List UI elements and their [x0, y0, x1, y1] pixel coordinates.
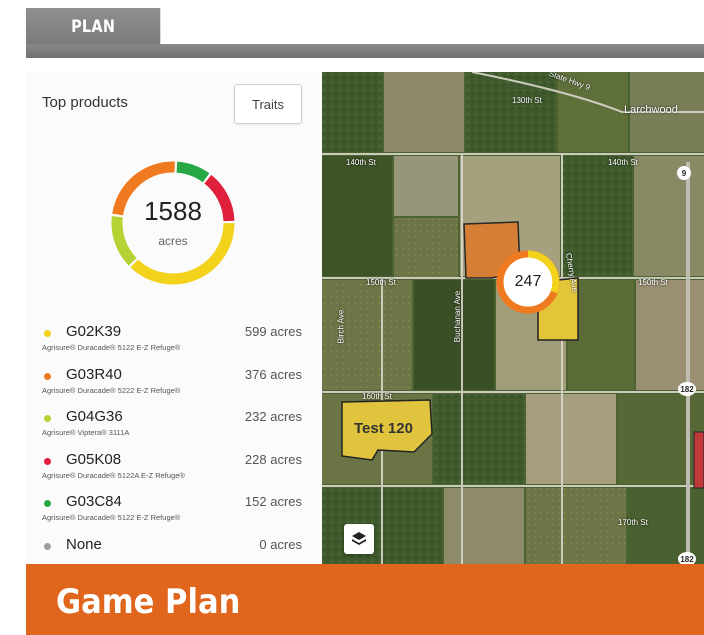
highway-shield: 182	[678, 382, 696, 396]
product-name: G03C84	[66, 493, 122, 510]
footer-banner: Game Plan	[26, 564, 704, 635]
plan-tab: PLAN	[26, 8, 161, 46]
product-trait: Agrisure® Duracade® 5122A E-Z Refuge®	[42, 471, 185, 480]
product-name: G03R40	[66, 366, 122, 383]
product-acres: 152 acres	[244, 494, 302, 509]
top-products-panel: Top products Traits 1588 acres G02K39 59…	[26, 72, 323, 564]
field-acres-marker[interactable]: 247	[496, 250, 560, 314]
road-label: Birch Ave	[336, 309, 346, 344]
legend-dot	[44, 373, 51, 380]
product-trait: Agrisure® Duracade® 5122 E-Z Refuge®	[42, 343, 181, 352]
product-name: None	[66, 536, 102, 553]
highway-shield: 9	[677, 166, 691, 180]
layers-button[interactable]	[344, 524, 374, 554]
product-trait: Agrisure® Duracade® 5222 E-Z Refuge®	[42, 386, 181, 395]
plan-tab-label: PLAN	[71, 17, 116, 37]
donut-unit: acres	[158, 234, 188, 248]
legend-dot	[44, 330, 51, 337]
road-label: Buchanan Ave	[453, 290, 463, 343]
product-acres: 228 acres	[244, 452, 302, 467]
product-name: G02K39	[66, 323, 122, 340]
product-trait: Agrisure® Viptera® 3111A	[42, 428, 130, 437]
product-trait: Agrisure® Duracade® 5122 E-Z Refuge®	[42, 513, 181, 522]
map-imagery	[322, 72, 704, 564]
product-acres: 0 acres	[259, 537, 302, 552]
field-label[interactable]: Test 120	[354, 420, 413, 437]
road-label: 170th St	[618, 518, 648, 527]
legend-dot	[44, 415, 51, 422]
product-acres: 376 acres	[244, 367, 302, 382]
product-name: G04G36	[66, 408, 123, 425]
highway-shield: 182	[678, 552, 696, 564]
product-item-g03r40[interactable]: G03R40 376 acres Agrisure® Duracade® 522…	[26, 365, 322, 405]
product-acres: 599 acres	[244, 324, 302, 339]
product-item-g03c84[interactable]: G03C84 152 acres Agrisure® Duracade® 512…	[26, 492, 322, 532]
road-label: 150th St	[366, 278, 396, 287]
legend-dot	[44, 458, 51, 465]
donut-total: 1588	[144, 196, 202, 226]
traits-button[interactable]: Traits	[234, 84, 302, 124]
marker-value: 247	[514, 273, 542, 290]
product-item-none[interactable]: None 0 acres	[26, 535, 322, 564]
road-label: 150th St	[638, 278, 668, 287]
road-label: 140th St	[346, 158, 376, 167]
town-label: Larchwood	[624, 104, 678, 116]
road-label: 160th St	[362, 392, 392, 401]
legend-dot	[44, 500, 51, 507]
product-acres: 232 acres	[244, 409, 302, 424]
donut-segment-g03c84	[176, 161, 210, 183]
legend-dot	[44, 543, 51, 550]
panel-title: Top products	[42, 94, 128, 111]
product-item-g04g36[interactable]: G04G36 232 acres Agrisure® Viptera® 3111…	[26, 407, 322, 447]
product-item-g02k39[interactable]: G02K39 599 acres Agrisure® Duracade® 512…	[26, 322, 322, 362]
road-label: 140th St	[608, 158, 638, 167]
product-name: G05K08	[66, 451, 122, 468]
product-item-g05k08[interactable]: G05K08 228 acres Agrisure® Duracade® 512…	[26, 450, 322, 490]
road-label: 130th St	[512, 96, 542, 105]
satellite-map[interactable]: State Hwy 9 Larchwood 130th St 140th St …	[322, 72, 704, 564]
layers-icon	[352, 532, 366, 545]
banner-title: Game Plan	[56, 582, 241, 622]
donut-segment-g02k39	[130, 223, 235, 285]
app-screenshot: Top products Traits 1588 acres G02K39 59…	[26, 72, 704, 564]
header-rule	[26, 44, 704, 58]
